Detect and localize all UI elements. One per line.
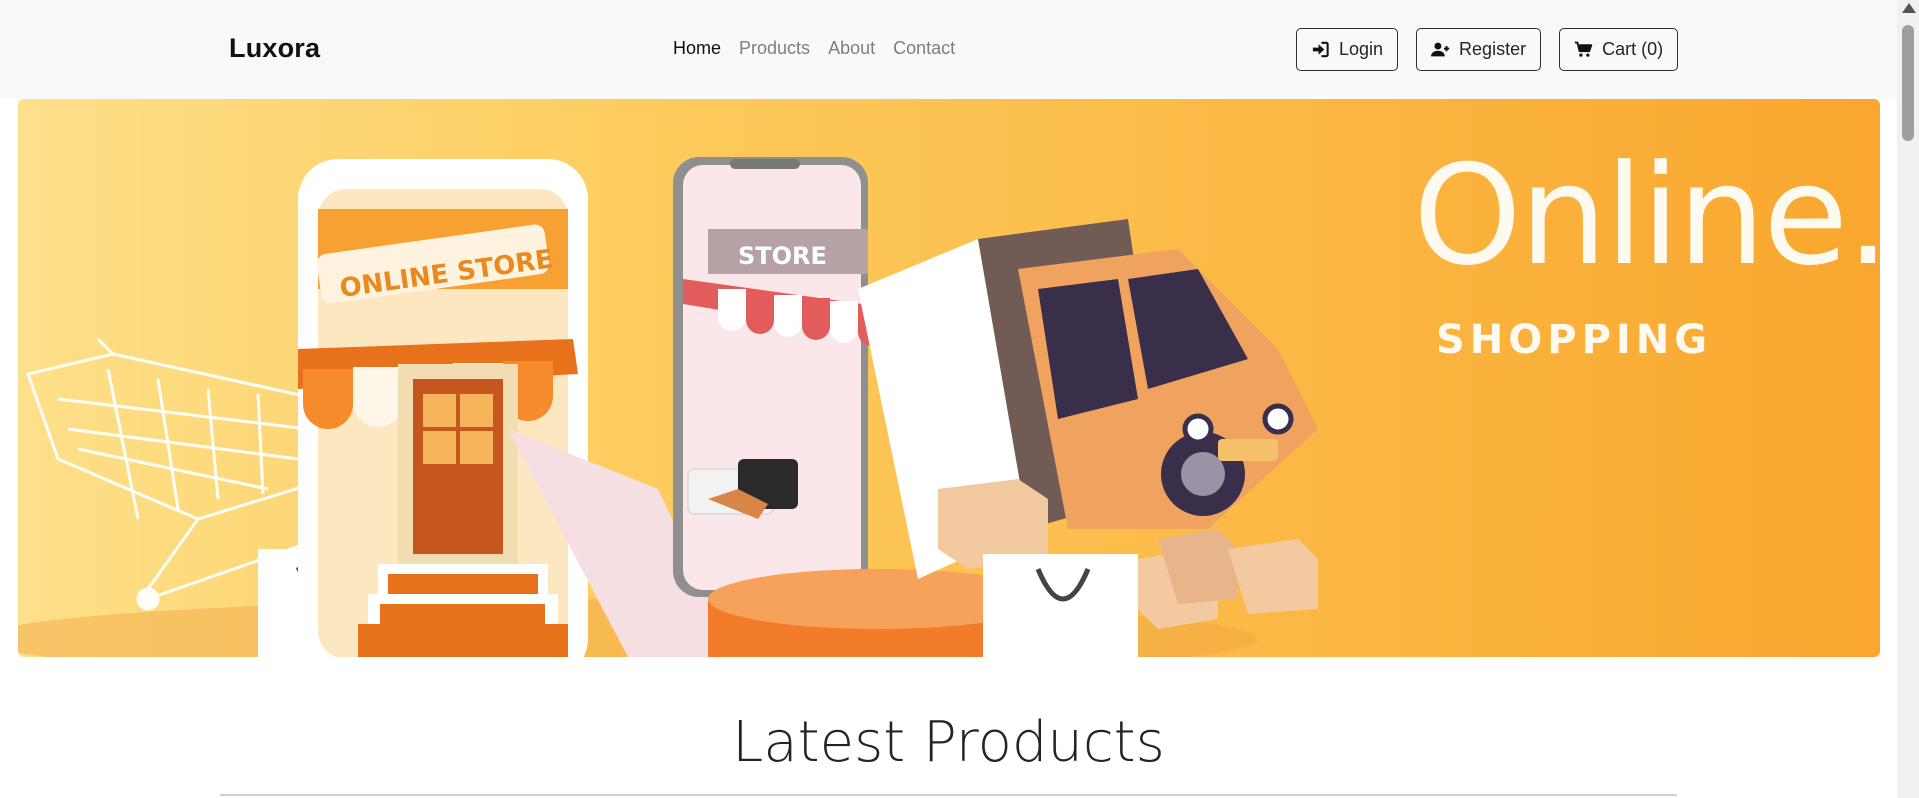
cart-button[interactable]: Cart (0)	[1559, 28, 1679, 71]
nav-link-home[interactable]: Home	[673, 38, 721, 59]
login-button[interactable]: Login	[1296, 28, 1399, 71]
register-button[interactable]: Register	[1416, 28, 1542, 71]
cart-icon	[1574, 41, 1593, 57]
smartphone-illustration: STORE	[673, 157, 898, 597]
hero-title: Online.	[1413, 135, 1880, 296]
user-plus-icon	[1431, 42, 1450, 57]
delivery-truck-illustration	[858, 219, 1318, 579]
brand-logo[interactable]: Luxora	[229, 33, 320, 64]
scrollbar-thumb[interactable]	[1902, 25, 1914, 141]
nav-link-about[interactable]: About	[828, 38, 875, 59]
section-divider	[220, 794, 1677, 796]
hero-banner[interactable]: ONLINE STORE STORE Online. SHOPPING	[18, 99, 1880, 657]
register-label: Register	[1459, 39, 1527, 59]
scroll-up-arrow-icon[interactable]	[1902, 3, 1916, 13]
login-label: Login	[1339, 39, 1384, 59]
storefront-illustration: ONLINE STORE	[298, 159, 588, 657]
section-title: Latest Products	[732, 710, 1165, 775]
nav-link-contact[interactable]: Contact	[893, 38, 955, 59]
phone-sign-text: STORE	[738, 242, 827, 270]
cart-label: Cart (0)	[1602, 39, 1664, 59]
sign-in-icon	[1312, 41, 1329, 58]
hero-subtitle: SHOPPING	[1436, 317, 1713, 363]
nav-link-products[interactable]: Products	[739, 38, 810, 59]
navbar: Luxora Home Products About Contact Login…	[0, 0, 1897, 99]
nav-buttons: Login Register Cart (0)	[1296, 28, 1679, 71]
page-scrollbar[interactable]	[1897, 0, 1919, 798]
nav-links: Home Products About Contact	[673, 38, 955, 59]
